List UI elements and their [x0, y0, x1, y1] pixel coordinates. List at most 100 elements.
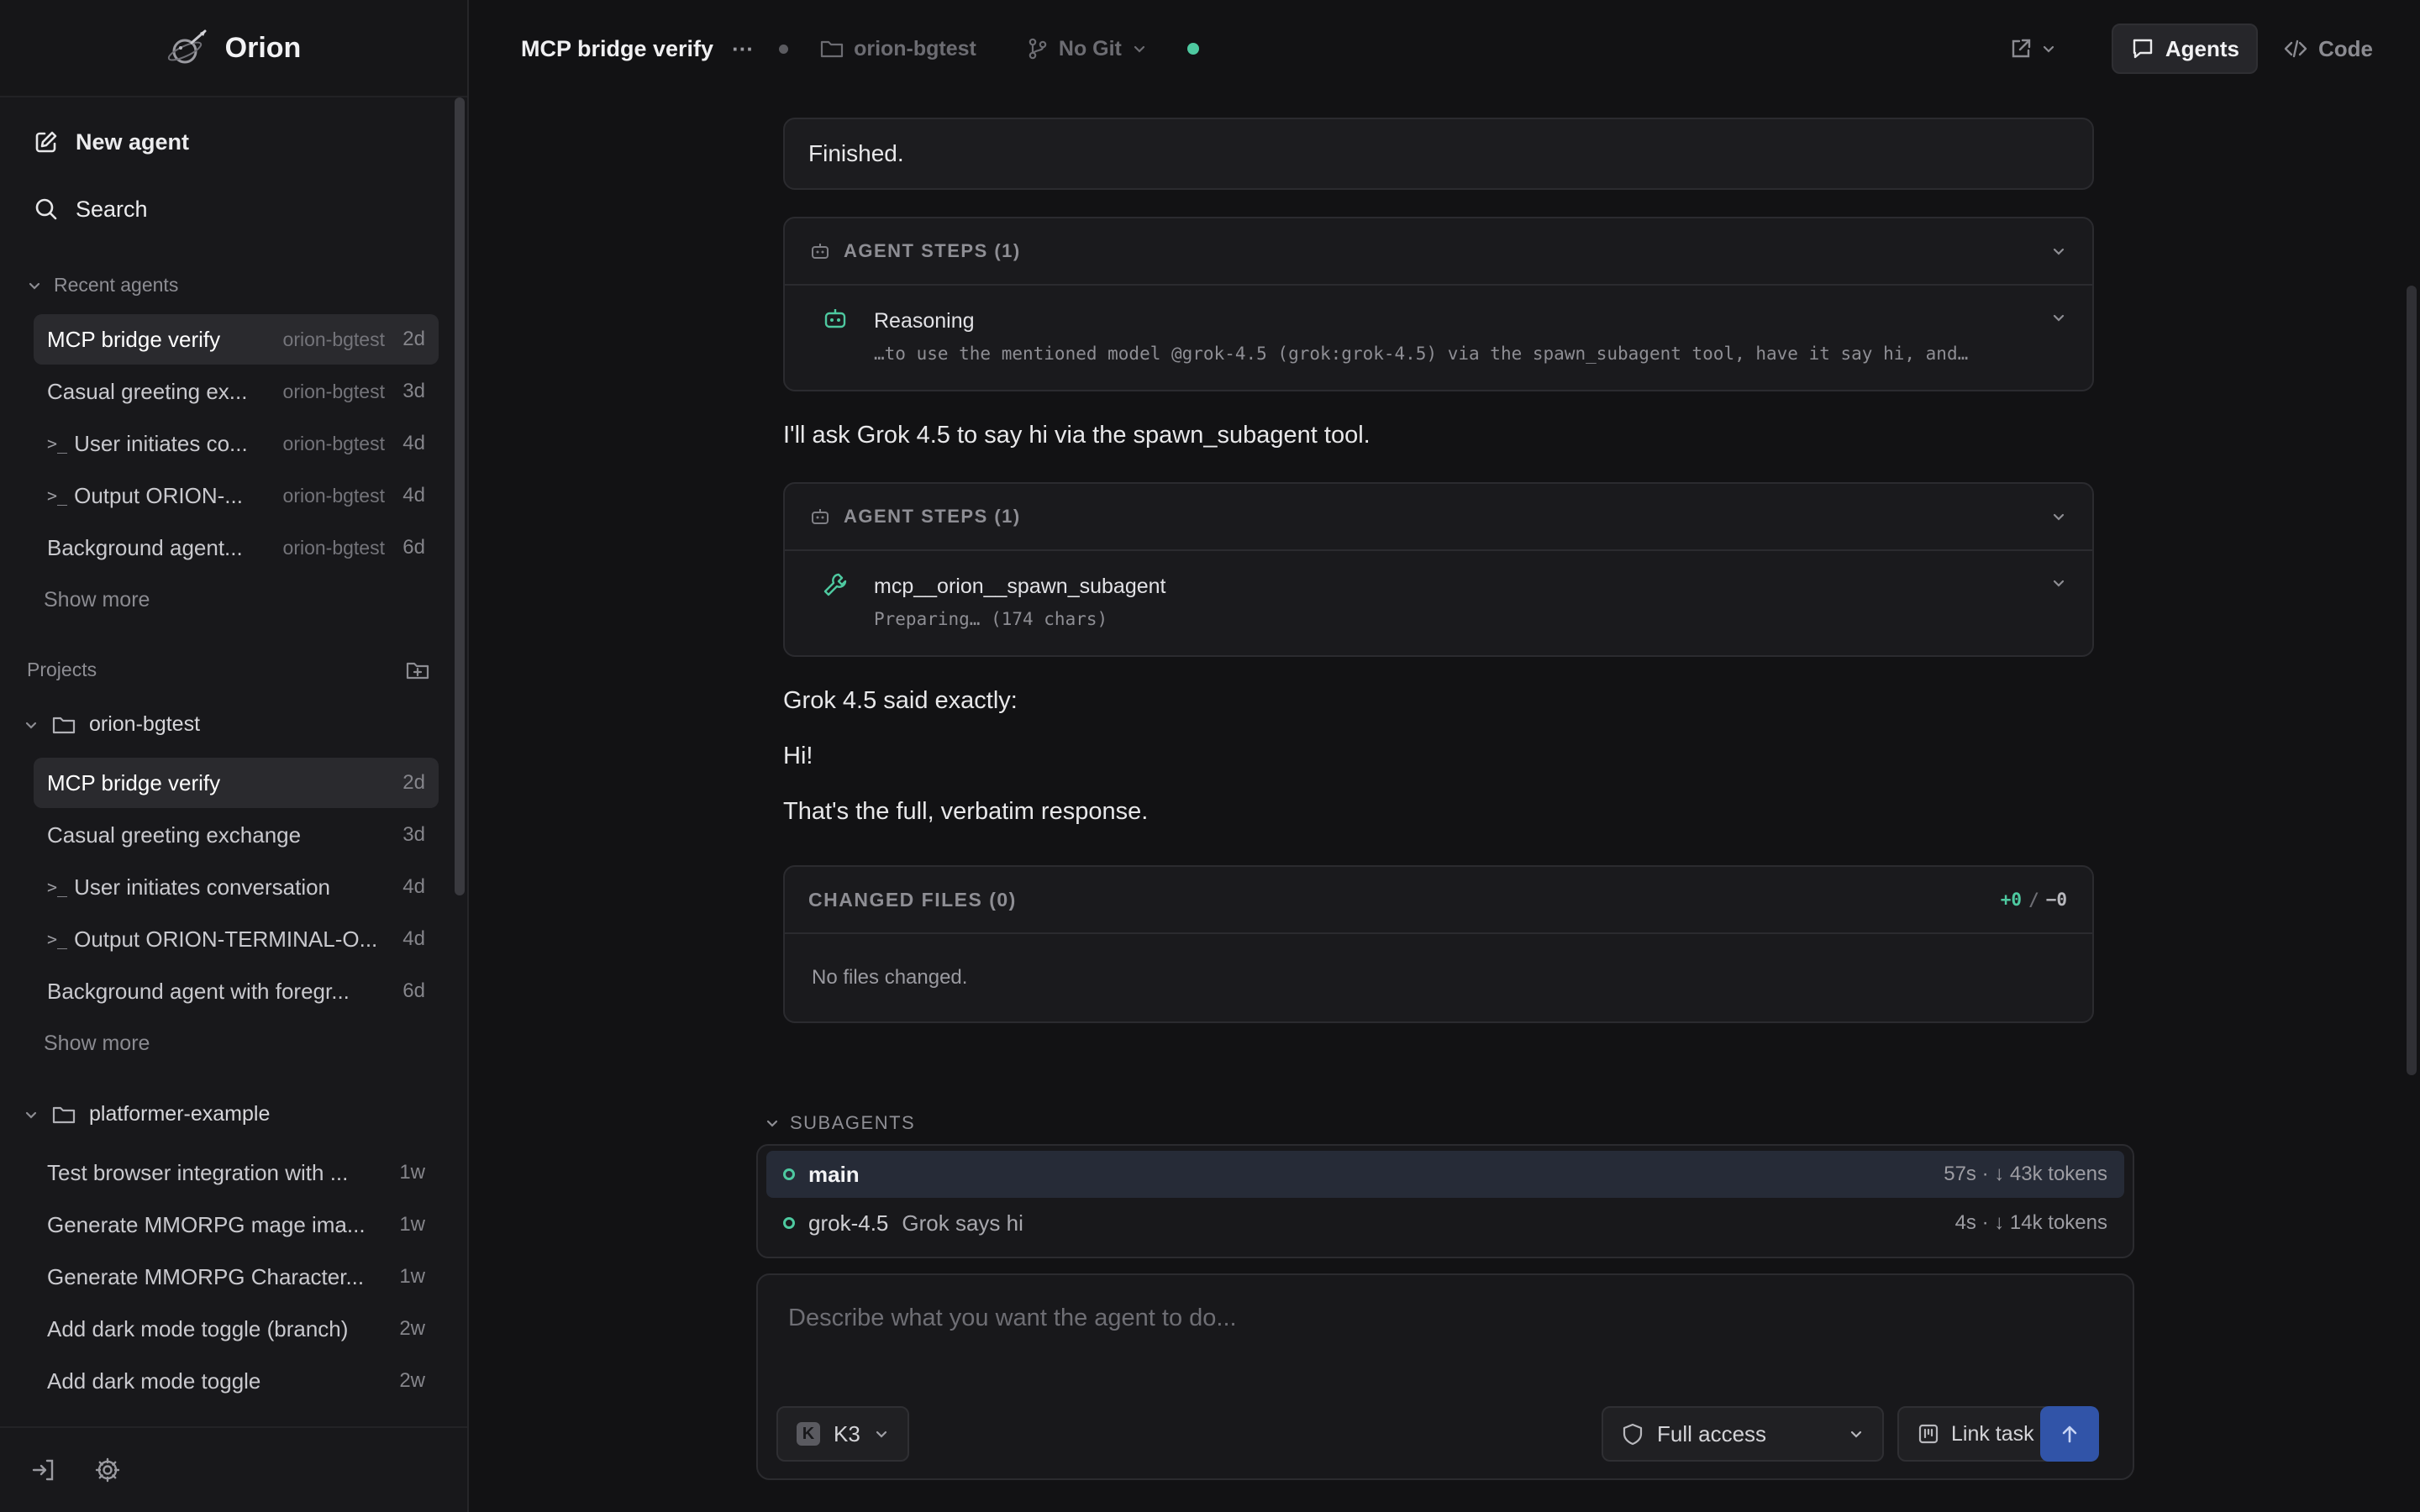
chat-scrollbar[interactable] [2407, 286, 2417, 1075]
top-bar: MCP bridge verify ··· orion-bgtest No Gi… [471, 0, 2420, 97]
subagents-list: main 57s · ↓ 43k tokens grok-4.5 Grok sa… [756, 1144, 2134, 1258]
step-detail: …to use the mentioned model @grok-4.5 (g… [874, 344, 1969, 364]
chevron-down-icon [24, 717, 39, 732]
assistant-message: I'll ask Grok 4.5 to say hi via the spaw… [783, 422, 1370, 449]
gear-icon[interactable] [94, 1457, 121, 1483]
tab-code[interactable]: Code [2266, 24, 2390, 74]
more-options-button[interactable]: ··· [732, 36, 754, 62]
code-icon [2283, 36, 2308, 61]
tab-agents[interactable]: Agents [2111, 24, 2258, 74]
agent-step-row[interactable]: mcp__orion__spawn_subagent Preparing… (1… [785, 551, 2092, 654]
project-agent-item[interactable]: >_ Output ORION-TERMINAL-O... 4d [34, 914, 439, 964]
assistant-message: Grok 4.5 said exactly: [783, 687, 1018, 714]
changed-files-card: CHANGED FILES (0) +0/−0 No files changed… [783, 865, 2094, 1023]
recent-agent-item[interactable]: Casual greeting ex... orion-bgtest 3d [34, 366, 439, 417]
open-external-dropdown[interactable] [1996, 24, 2070, 74]
project-agent-item[interactable]: Casual greeting exchange 3d [34, 810, 439, 860]
project-agent-item[interactable]: Background agent with foregr... 6d [34, 966, 439, 1016]
search-button[interactable]: Search [34, 188, 148, 230]
folder-icon [52, 1105, 76, 1125]
agent-steps-header[interactable]: AGENT STEPS (1) [785, 484, 2092, 551]
chat-bubble-icon [2130, 36, 2155, 61]
project-agent-item[interactable]: Test browser integration with ... 1w [34, 1147, 439, 1198]
chevron-down-icon [2050, 575, 2067, 591]
compose-icon [34, 129, 59, 155]
status-ring-icon [783, 1217, 795, 1229]
status-ring-icon [783, 1168, 795, 1180]
project-agent-item[interactable]: Generate MMORPG mage ima... 1w [34, 1200, 439, 1250]
wrench-icon [822, 571, 849, 598]
project-agent-item[interactable]: Add dark mode toggle 2w [34, 1356, 439, 1406]
chevron-down-icon [2050, 508, 2067, 525]
agent-steps-card: AGENT STEPS (1) Reasoning …to use the me… [783, 217, 2094, 391]
shield-icon [1622, 1422, 1644, 1446]
recent-agent-item[interactable]: >_ User initiates co... orion-bgtest 4d [34, 418, 439, 469]
chevron-down-icon [24, 1107, 39, 1122]
sign-in-icon[interactable] [30, 1457, 57, 1483]
agent-step-row[interactable]: Reasoning …to use the mentioned model @g… [785, 286, 2092, 388]
terminal-icon: >_ [47, 877, 68, 897]
assistant-message: Hi! [783, 743, 813, 769]
subagent-item-main[interactable]: main 57s · ↓ 43k tokens [766, 1151, 2124, 1198]
chat-area: Finished. AGENT STEPS (1) Reasoning …to … [471, 97, 2403, 1512]
project-folder-orion-bgtest[interactable]: orion-bgtest [24, 712, 200, 737]
recent-agents-heading[interactable]: Recent agents [27, 274, 178, 297]
finished-message: Finished. [783, 118, 2094, 190]
app-name: Orion [224, 31, 302, 64]
project-agent-item[interactable]: >_ User initiates conversation 4d [34, 862, 439, 912]
terminal-icon: >_ [47, 486, 68, 506]
project-show-more-link[interactable]: Show more [44, 1032, 150, 1056]
status-indicator [1186, 43, 1199, 55]
chevron-down-icon [2050, 243, 2067, 260]
send-button[interactable] [2040, 1406, 2099, 1462]
project-agent-item[interactable]: Generate MMORPG Character... 1w [34, 1252, 439, 1302]
subagents-heading[interactable]: SUBAGENTS [765, 1112, 915, 1134]
changed-files-header[interactable]: CHANGED FILES (0) +0/−0 [785, 867, 2092, 934]
projects-heading: Projects [27, 659, 430, 681]
recent-agent-item[interactable]: Background agent... orion-bgtest 6d [34, 522, 439, 573]
agent-steps-header[interactable]: AGENT STEPS (1) [785, 218, 2092, 286]
separator-dot [779, 44, 789, 54]
brand: Orion [0, 0, 467, 97]
recent-agent-item[interactable]: MCP bridge verify orion-bgtest 2d [34, 314, 439, 365]
folder-icon [820, 39, 844, 59]
link-task-button[interactable]: Link task [1897, 1406, 2054, 1462]
assistant-message: That's the full, verbatim response. [783, 798, 1149, 825]
page-title: MCP bridge verify [521, 35, 714, 61]
prompt-input[interactable] [788, 1297, 2099, 1339]
project-agent-item[interactable]: Add dark mode toggle (branch) 2w [34, 1304, 439, 1354]
robot-icon [810, 242, 830, 260]
step-name: Reasoning [874, 309, 975, 333]
project-agent-item[interactable]: MCP bridge verify 2d [34, 758, 439, 808]
access-level-dropdown[interactable]: Full access [1602, 1406, 1884, 1462]
sidebar-scrollbar[interactable] [455, 97, 465, 895]
git-branch-dropdown[interactable]: No Git [1027, 37, 1147, 61]
robot-icon [810, 507, 830, 526]
no-files-text: No files changed. [812, 966, 968, 989]
external-link-icon [2009, 37, 2033, 60]
recent-show-more-link[interactable]: Show more [44, 588, 150, 612]
arrow-up-icon [2058, 1422, 2081, 1446]
add-folder-icon[interactable] [405, 659, 430, 681]
diff-stats: +0/−0 [2000, 890, 2067, 910]
subagent-item-grok[interactable]: grok-4.5 Grok says hi 4s · ↓ 14k tokens [766, 1200, 2124, 1247]
new-agent-button[interactable]: New agent [34, 121, 189, 163]
model-selector[interactable]: K K3 [776, 1406, 909, 1462]
step-name: mcp__orion__spawn_subagent [874, 575, 1166, 598]
chevron-down-icon [765, 1116, 780, 1131]
chevron-down-icon [1849, 1426, 1864, 1441]
kanban-icon [1918, 1423, 1939, 1445]
orion-logo-icon [166, 26, 210, 70]
chevron-down-icon [874, 1426, 889, 1441]
sidebar-footer [0, 1426, 467, 1512]
project-folder-platformer-example[interactable]: platformer-example [24, 1102, 270, 1126]
terminal-icon: >_ [47, 433, 68, 454]
chevron-down-icon [1132, 41, 1147, 56]
terminal-icon: >_ [47, 929, 68, 949]
chevron-down-icon [2041, 41, 2056, 56]
project-chip[interactable]: orion-bgtest [820, 37, 976, 61]
git-branch-icon [1027, 37, 1049, 60]
recent-agent-item[interactable]: >_ Output ORION-... orion-bgtest 4d [34, 470, 439, 521]
sidebar-scroll-area: New agent Search Recent agents MCP bridg… [0, 97, 454, 1425]
composer: K K3 Full access Link task [756, 1273, 2134, 1480]
